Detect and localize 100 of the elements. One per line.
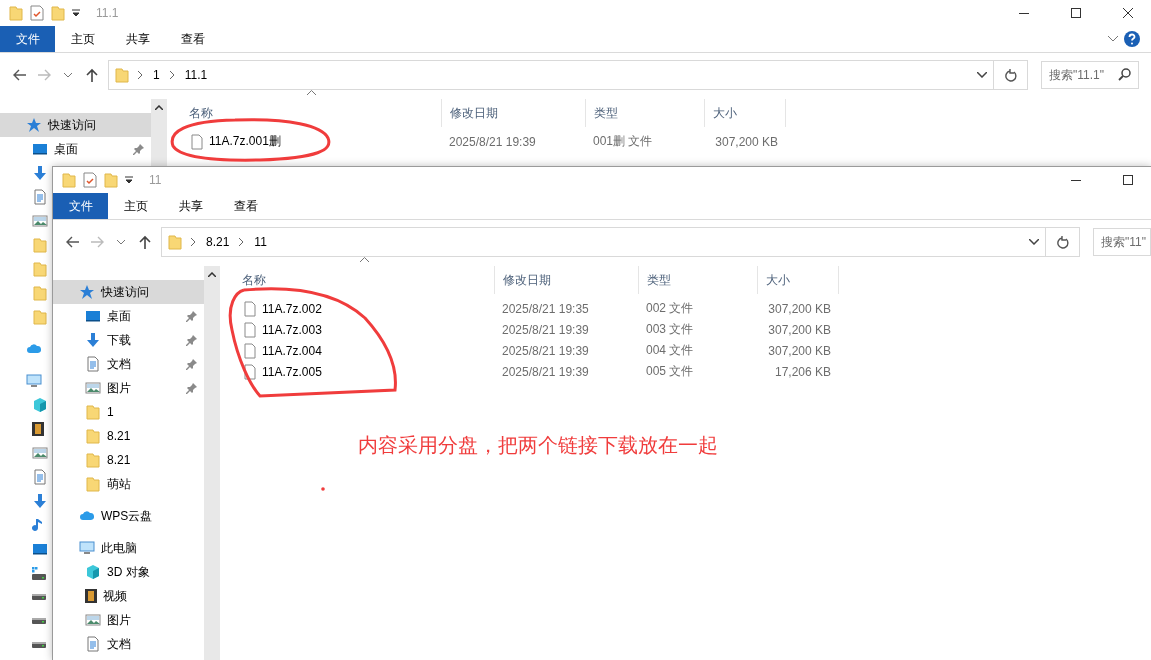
- up-arrow-icon: [139, 235, 151, 249]
- picture-icon: [85, 614, 101, 626]
- file-name[interactable]: 11A.7z.003: [262, 322, 322, 337]
- folder-icon: [50, 5, 66, 21]
- folder-icon: [85, 428, 101, 444]
- dropdown-chevron-icon[interactable]: [977, 72, 987, 78]
- ribbon-tab[interactable]: 文件: [53, 193, 108, 219]
- address-bar[interactable]: 8.21 11: [161, 227, 1046, 257]
- cube-icon: [85, 564, 101, 580]
- picture-icon: [32, 447, 48, 459]
- sidebar-item[interactable]: 快速访问: [0, 113, 151, 137]
- sidebar-item[interactable]: 快速访问: [53, 280, 204, 304]
- search-icon: [1118, 68, 1131, 81]
- sidebar-item[interactable]: 下载: [53, 328, 204, 352]
- film-icon: [85, 589, 97, 603]
- caret-icon[interactable]: [125, 176, 133, 184]
- sidebar-item[interactable]: 3D 对象: [53, 560, 204, 584]
- chevron-down-icon: [64, 72, 72, 78]
- folder-icon: [167, 234, 183, 250]
- breadcrumb[interactable]: 1: [151, 68, 162, 82]
- column-header[interactable]: 类型: [586, 99, 705, 127]
- column-header[interactable]: 大小: [705, 99, 786, 127]
- chevron-right-icon: [191, 238, 196, 246]
- ribbon-tab[interactable]: 查看: [218, 193, 273, 219]
- folder-icon: [85, 452, 101, 468]
- size-cell-text: 307,200 KB: [767, 322, 832, 337]
- ribbon-tab[interactable]: 主页: [55, 26, 110, 52]
- sidebar-item[interactable]: 图片: [53, 376, 204, 400]
- column-header[interactable]: 名称: [220, 266, 495, 294]
- document-icon: [85, 636, 101, 652]
- window-title: 11: [149, 173, 162, 187]
- document-icon: [85, 356, 101, 372]
- sidebar-item[interactable]: WPS云盘: [53, 504, 204, 528]
- sidebar-item[interactable]: 此电脑: [53, 536, 204, 560]
- sidebar-item[interactable]: 文档: [53, 352, 204, 376]
- file-name[interactable]: 11A.7z.005: [262, 364, 322, 379]
- sort-caret-icon: [307, 90, 316, 95]
- forward-arrow-icon: [90, 236, 104, 248]
- search-field[interactable]: 搜索"11.1": [1041, 61, 1139, 89]
- scrollbar[interactable]: [204, 266, 220, 660]
- music-note-icon: [32, 518, 42, 532]
- folder-icon: [114, 67, 130, 83]
- drive-icon: [32, 566, 46, 580]
- annotation-dot: [321, 487, 325, 491]
- minimize-icon: [1071, 179, 1081, 181]
- download-arrow-icon: [32, 493, 48, 509]
- scrollbar[interactable]: [151, 99, 167, 169]
- sidebar-item[interactable]: 文档: [53, 632, 204, 656]
- dropdown-chevron-icon[interactable]: [1029, 239, 1039, 245]
- type-cell-text: 004 文件: [645, 342, 695, 359]
- size-cell-text: 17,206 KB: [773, 364, 832, 379]
- sidebar-item[interactable]: 8.21: [53, 448, 204, 472]
- sort-caret-icon: [360, 257, 369, 262]
- type-cell-text: 005 文件: [645, 363, 695, 380]
- refresh-icon: [1056, 235, 1069, 249]
- back-arrow-icon: [66, 236, 80, 248]
- file-name[interactable]: 11A.7z.001删: [209, 133, 281, 150]
- breadcrumb[interactable]: 11.1: [182, 68, 210, 82]
- ribbon-tab[interactable]: 文件: [0, 26, 55, 52]
- download-arrow-icon: [85, 332, 101, 348]
- sidebar-item[interactable]: 萌站: [53, 472, 204, 496]
- document-icon: [32, 469, 48, 485]
- file-name[interactable]: 11A.7z.002: [262, 301, 322, 316]
- ribbon-tab[interactable]: 主页: [108, 193, 163, 219]
- column-header[interactable]: 类型: [639, 266, 758, 294]
- sidebar-item[interactable]: 桌面: [0, 137, 151, 161]
- file-icon: [244, 342, 256, 359]
- refresh-button[interactable]: [1046, 227, 1080, 257]
- drive-icon: [32, 642, 46, 648]
- sidebar-item[interactable]: 视频: [53, 584, 204, 608]
- sidebar-item[interactable]: 图片: [53, 608, 204, 632]
- breadcrumb[interactable]: 11: [252, 235, 269, 249]
- column-header[interactable]: 名称: [167, 99, 442, 127]
- folder-icon: [61, 172, 77, 188]
- column-header[interactable]: 修改日期: [442, 99, 586, 127]
- caret-icon[interactable]: [72, 9, 80, 17]
- breadcrumb[interactable]: 8.21: [204, 235, 232, 249]
- size-cell-text: 307,200 KB: [767, 301, 832, 316]
- chevron-down-icon: [1108, 36, 1118, 42]
- address-bar[interactable]: 1 11.1: [108, 60, 994, 90]
- drive-icon: [32, 594, 46, 600]
- star-icon: [26, 117, 42, 133]
- ribbon-tab[interactable]: 查看: [165, 26, 220, 52]
- folder-icon: [85, 404, 101, 420]
- sidebar-item[interactable]: 1: [53, 400, 204, 424]
- ribbon-tab[interactable]: 共享: [163, 193, 218, 219]
- sidebar-item[interactable]: 桌面: [53, 304, 204, 328]
- type-cell-text: 001删 文件: [592, 133, 654, 150]
- cube-icon: [32, 397, 48, 413]
- search-field[interactable]: 搜索"11": [1093, 228, 1151, 256]
- refresh-button[interactable]: [994, 60, 1028, 90]
- file-name[interactable]: 11A.7z.004: [262, 343, 322, 358]
- ribbon-tab[interactable]: 共享: [110, 26, 165, 52]
- desktop-icon: [32, 143, 48, 155]
- close-icon: [1123, 8, 1133, 18]
- column-header[interactable]: 大小: [758, 266, 839, 294]
- refresh-icon: [1004, 68, 1017, 82]
- sidebar-item[interactable]: 8.21: [53, 424, 204, 448]
- forward-arrow-icon: [37, 69, 51, 81]
- column-header[interactable]: 修改日期: [495, 266, 639, 294]
